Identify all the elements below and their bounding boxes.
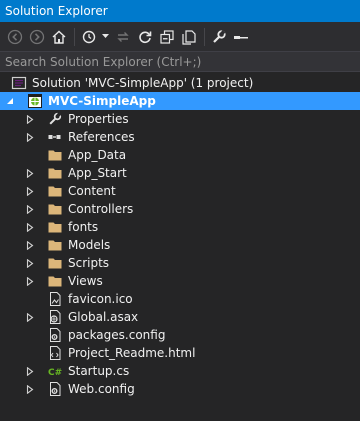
project-items: Properties References App_Data App_Start Con… (0, 110, 360, 398)
solution-label: Solution 'MVC-SimpleApp' (1 project) (32, 76, 254, 90)
refresh-icon[interactable] (135, 27, 155, 47)
collapse-all-icon[interactable] (157, 27, 177, 47)
tree-item-label: References (68, 130, 135, 144)
folder-icon (47, 237, 63, 253)
project-node[interactable]: MVC-SimpleApp (0, 92, 360, 110)
solution-tree: Solution 'MVC-SimpleApp' (1 project) MVC… (0, 74, 360, 398)
sync-icon[interactable] (113, 27, 133, 47)
window-title: Solution Explorer (0, 0, 360, 22)
config-file-icon (47, 381, 63, 397)
tree-item-label: favicon.ico (68, 292, 133, 306)
tree-item[interactable]: C# Startup.cs (0, 362, 360, 380)
expand-arrow-icon[interactable] (25, 132, 35, 142)
expand-arrow-icon[interactable] (25, 366, 35, 376)
expand-arrow-icon[interactable] (25, 258, 35, 268)
csharp-file-icon: C# (47, 363, 63, 379)
tree-item[interactable]: References (0, 128, 360, 146)
folder-icon (47, 165, 63, 181)
folder-icon (47, 183, 63, 199)
wrench-icon (47, 111, 63, 127)
expand-arrow-icon[interactable] (25, 240, 35, 250)
tree-item[interactable]: fonts (0, 218, 360, 236)
tree-item-label: fonts (68, 220, 99, 234)
tree-item[interactable]: Global.asax (0, 308, 360, 326)
tree-item-label: Properties (68, 112, 129, 126)
tree-item[interactable]: packages.config (0, 326, 360, 344)
home-icon[interactable] (49, 27, 69, 47)
tree-item[interactable]: Properties (0, 110, 360, 128)
chevron-down-icon[interactable] (101, 27, 109, 47)
project-label: MVC-SimpleApp (48, 94, 156, 108)
tree-item-label: Models (68, 238, 111, 252)
toolbar-separator (204, 27, 205, 46)
tree-item[interactable]: Models (0, 236, 360, 254)
preview-icon[interactable] (231, 27, 251, 47)
svg-text:C#: C# (48, 368, 62, 378)
folder-icon (47, 201, 63, 217)
tree-item-label: Views (68, 274, 103, 288)
show-all-files-icon[interactable] (179, 27, 199, 47)
tree-item-label: Startup.cs (68, 364, 130, 378)
references-icon (47, 129, 63, 145)
solution-icon (11, 75, 27, 91)
tree-item[interactable]: Project_Readme.html (0, 344, 360, 362)
expand-arrow-icon[interactable] (25, 186, 35, 196)
tree-item-label: packages.config (68, 328, 166, 342)
html-file-icon (47, 345, 63, 361)
tree-item[interactable]: Web.config (0, 380, 360, 398)
tree-item-label: App_Data (68, 148, 127, 162)
collapse-arrow-icon[interactable] (5, 96, 15, 106)
tree-item[interactable]: App_Data (0, 146, 360, 164)
image-file-icon (47, 291, 63, 307)
tree-item-label: Project_Readme.html (68, 346, 196, 360)
tree-item-label: Content (68, 184, 116, 198)
tree-item-label: Global.asax (68, 310, 139, 324)
forward-icon[interactable] (27, 27, 47, 47)
tree-item[interactable]: Scripts (0, 254, 360, 272)
expand-arrow-icon[interactable] (25, 114, 35, 124)
properties-icon[interactable] (209, 27, 229, 47)
expand-arrow-icon[interactable] (25, 222, 35, 232)
folder-icon (47, 219, 63, 235)
toolbar (0, 22, 360, 51)
tree-item[interactable]: favicon.ico (0, 290, 360, 308)
config-file-icon (47, 327, 63, 343)
folder-icon (47, 273, 63, 289)
toolbar-separator (74, 27, 75, 46)
tree-item[interactable]: Content (0, 182, 360, 200)
history-icon[interactable] (79, 27, 99, 47)
folder-icon (47, 147, 63, 163)
expand-arrow-icon[interactable] (25, 276, 35, 286)
folder-icon (47, 255, 63, 271)
expand-arrow-icon[interactable] (25, 168, 35, 178)
tree-item-label: Web.config (68, 382, 135, 396)
web-project-icon (27, 93, 43, 109)
tree-item[interactable]: App_Start (0, 164, 360, 182)
expand-arrow-icon[interactable] (25, 312, 35, 322)
tree-item-label: App_Start (68, 166, 127, 180)
expand-arrow-icon[interactable] (25, 384, 35, 394)
expand-arrow-icon[interactable] (25, 204, 35, 214)
tree-item[interactable]: Views (0, 272, 360, 290)
back-icon[interactable] (5, 27, 25, 47)
tree-item-label: Controllers (68, 202, 134, 216)
tree-item[interactable]: Controllers (0, 200, 360, 218)
search-input[interactable]: Search Solution Explorer (Ctrl+;) (0, 51, 360, 72)
tree-item-label: Scripts (68, 256, 110, 270)
solution-node[interactable]: Solution 'MVC-SimpleApp' (1 project) (0, 74, 360, 92)
asax-file-icon (47, 309, 63, 325)
